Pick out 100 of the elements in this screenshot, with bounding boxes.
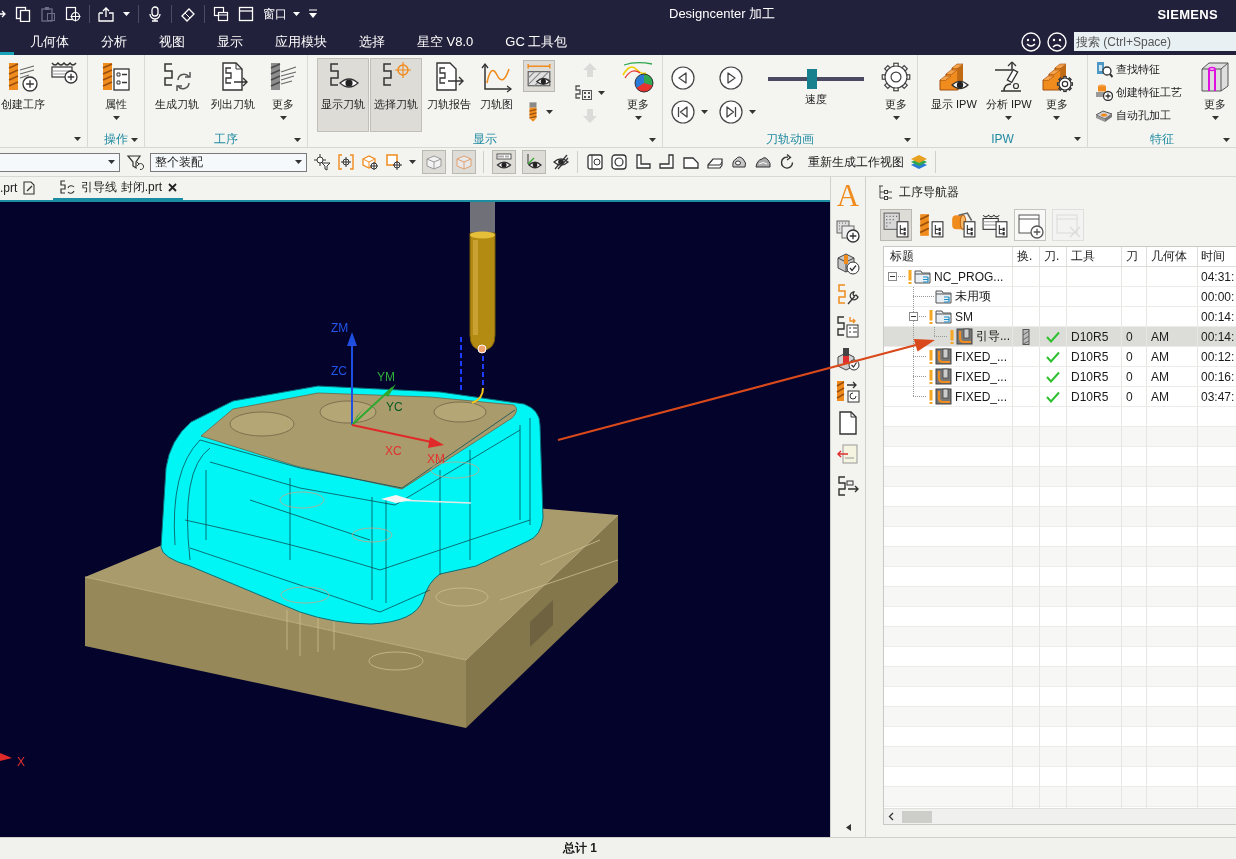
path-list-icon[interactable] [574, 84, 592, 102]
column-header[interactable]: 刀. [1040, 247, 1067, 266]
ribbon-tab[interactable]: 星空 V8.0 [401, 28, 490, 55]
table-row[interactable]: FIXED_... D10R5 0 AM 00:16: [884, 367, 1236, 387]
feature-command[interactable]: 自动孔加工 [1095, 106, 1182, 124]
ribbon-button[interactable]: 创建工序 [0, 58, 46, 132]
dropdown-field[interactable]: 整个装配 [150, 152, 307, 172]
caret-icon[interactable] [904, 137, 911, 142]
scrollbar-thumb[interactable] [902, 810, 932, 823]
mill-refresh-icon[interactable] [836, 379, 860, 403]
ribbon-button[interactable]: 列出刀轨 [207, 58, 259, 132]
caret-icon[interactable] [1074, 137, 1081, 141]
eraser-icon[interactable] [180, 6, 196, 22]
ribbon-button[interactable]: 更多 [618, 58, 658, 132]
table-row[interactable]: FIXED_... D10R5 0 AM 03:47: [884, 387, 1236, 407]
toolbar-command[interactable]: 重新生成工作视图 [808, 153, 904, 171]
feature-command[interactable]: 创建特征工艺 [1095, 83, 1182, 101]
l-shape-icon[interactable] [634, 153, 652, 171]
cube-crosshair-icon[interactable] [361, 153, 379, 171]
crosshair-document-icon[interactable] [65, 6, 81, 22]
path-checklist-icon[interactable] [836, 315, 860, 339]
table-row[interactable]: 未用项 00:00: [884, 287, 1236, 307]
horizontal-scrollbar[interactable] [884, 808, 1236, 824]
ribbon-button[interactable]: 更多 [1036, 58, 1077, 132]
table-row[interactable]: 引导... D10R5 0 AM 00:14: [884, 327, 1236, 347]
grid-plus-icon[interactable] [836, 219, 860, 243]
caret-icon[interactable] [545, 110, 553, 114]
reverse-l-shape-icon[interactable] [658, 153, 676, 171]
funnel-crosshair-icon[interactable] [313, 153, 331, 171]
square-crosshair-icon[interactable] [385, 153, 403, 171]
ribbon-tab[interactable]: 显示 [201, 28, 259, 55]
smiling-face-icon[interactable] [1021, 31, 1041, 52]
chevron-left-icon[interactable] [888, 812, 894, 821]
window-icon[interactable] [238, 6, 254, 22]
document-icon[interactable] [836, 411, 860, 435]
caret-icon[interactable] [598, 91, 605, 95]
toggle-button[interactable] [492, 150, 516, 174]
column-header[interactable]: 换. [1013, 247, 1040, 266]
skip-back-icon[interactable] [671, 100, 695, 124]
collapse-icon[interactable] [909, 312, 918, 321]
toggle-button[interactable] [422, 150, 446, 174]
caret-icon[interactable] [131, 137, 138, 142]
ribbon-tab[interactable]: 选择 [343, 28, 401, 55]
skip-forward-icon[interactable] [719, 100, 743, 124]
caret-icon[interactable] [123, 12, 130, 16]
caret-icon[interactable] [701, 110, 708, 114]
document-tab[interactable]: .prt [0, 177, 42, 200]
ribbon-button[interactable]: 选择刀轨 [370, 58, 422, 132]
ribbon-button[interactable]: 刀轨报告 [423, 58, 475, 132]
caret-icon[interactable] [294, 137, 301, 142]
reverse-play-icon[interactable] [671, 66, 695, 90]
ribbon-button[interactable]: 生成刀轨 [151, 58, 203, 132]
caret-icon[interactable] [649, 137, 656, 142]
close-icon[interactable] [168, 183, 177, 192]
toggle-button[interactable] [522, 150, 546, 174]
slider-thumb[interactable] [807, 69, 818, 89]
wavy-block-plus-icon[interactable] [50, 60, 78, 84]
mill-box-check-icon[interactable] [836, 347, 860, 371]
microphone-icon[interactable] [147, 6, 163, 22]
feature-command[interactable]: 查找特征 [1095, 60, 1182, 78]
search-field[interactable]: 搜索 (Ctrl+Space) [1074, 32, 1236, 51]
mill-tree-icon[interactable] [918, 212, 944, 238]
caret-icon[interactable] [74, 137, 81, 141]
tray-arrow-icon[interactable] [98, 6, 114, 22]
windows-icon[interactable] [213, 6, 229, 22]
caret-icon[interactable] [409, 160, 416, 164]
copy-icon[interactable] [15, 6, 31, 22]
dropdown-field[interactable] [0, 152, 120, 172]
wavy-block-tree-icon[interactable] [982, 212, 1008, 238]
caret-icon[interactable] [749, 110, 756, 114]
ribbon-button[interactable]: 显示刀轨 [317, 58, 369, 132]
column-header[interactable]: 标题 [884, 247, 1013, 266]
frowning-face-icon[interactable] [1047, 31, 1067, 52]
eye-slash-icon[interactable] [552, 153, 570, 171]
window-menu[interactable]: 窗口 [263, 5, 300, 23]
funnel-undo-icon[interactable] [126, 153, 144, 171]
table-row[interactable]: FIXED_... D10R5 0 AM 00:12: [884, 347, 1236, 367]
ribbon-tab[interactable]: 几何体 [14, 28, 85, 55]
ribbon-tab[interactable]: 分析 [85, 28, 143, 55]
bracket-crosshair-icon[interactable] [337, 153, 355, 171]
table-row[interactable]: NC_PROG... 04:31: [884, 267, 1236, 287]
cylinder-tree-icon[interactable] [950, 212, 976, 238]
shaded-solid-icon[interactable] [730, 153, 748, 171]
column-header[interactable]: 时间 [1198, 247, 1236, 266]
ribbon-button[interactable]: 显示 IPW [927, 58, 981, 132]
swap-document-icon[interactable] [836, 443, 860, 467]
toggle-button[interactable] [452, 150, 476, 174]
path-arrow-icon[interactable] [836, 475, 860, 499]
path-wrench-icon[interactable] [836, 283, 860, 307]
ribbon-button[interactable]: 刀轨图 [476, 58, 517, 132]
ribbon-tab[interactable]: 应用模块 [259, 28, 343, 55]
ribbon-button[interactable]: 更多 [263, 58, 303, 132]
ribbon-button[interactable]: 属性 [96, 58, 136, 132]
layers-icon[interactable] [910, 153, 928, 171]
column-header[interactable]: 几何体 [1147, 247, 1198, 266]
refresh-icon[interactable] [778, 153, 796, 171]
caret-icon[interactable] [1223, 137, 1230, 142]
collapse-arrow-icon[interactable] [845, 824, 851, 831]
play-icon[interactable] [719, 66, 743, 90]
collapse-icon[interactable] [888, 272, 897, 281]
